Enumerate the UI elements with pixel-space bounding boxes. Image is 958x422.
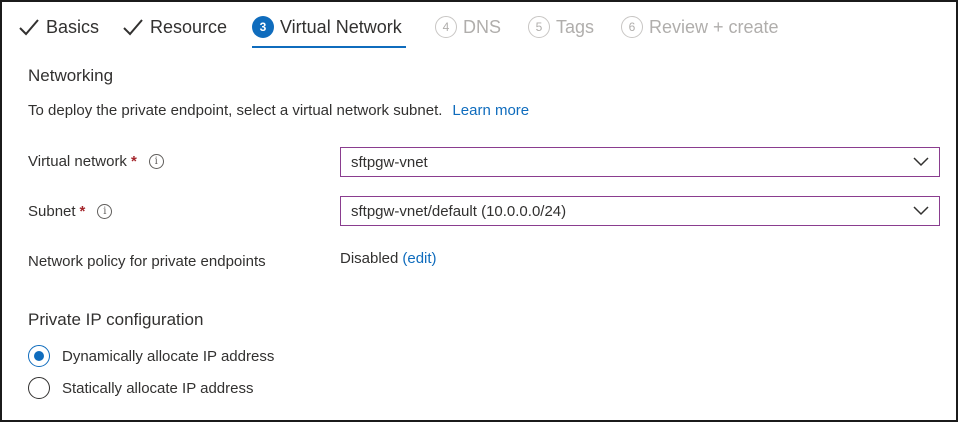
private-ip-heading: Private IP configuration [28,310,204,329]
radio-button[interactable] [28,345,50,367]
networking-description: To deploy the private endpoint, select a… [28,102,529,119]
label-text: Subnet [28,203,76,220]
dropdown-value: sftpgw-vnet/default (10.0.0.0/24) [351,202,567,220]
tab-label: Virtual Network [280,16,402,37]
tab-review-create[interactable]: 6 Review + create [621,10,779,44]
virtual-network-dropdown[interactable]: sftpgw-vnet [340,147,940,177]
description-text: To deploy the private endpoint, select a… [28,102,443,119]
subnet-dropdown[interactable]: sftpgw-vnet/default (10.0.0.0/24) [340,196,940,226]
dropdown-value: sftpgw-vnet [351,153,428,171]
radio-dot [34,351,44,361]
virtual-network-label: Virtual network * i [28,153,164,170]
label-text: Network policy for private endpoints [28,253,266,270]
active-tab-underline [252,46,406,48]
label-text: Virtual network [28,153,127,170]
tab-tags[interactable]: 5 Tags [528,10,594,44]
radio-button[interactable] [28,377,50,399]
tab-label: Tags [556,16,595,37]
tab-resource[interactable]: Resource [122,10,227,44]
page-frame: Basics Resource 3 Virtual Network 4 DNS … [0,0,958,422]
info-icon[interactable]: i [148,154,164,169]
tab-virtual-network[interactable]: 3 Virtual Network [252,10,402,44]
radio-label: Dynamically allocate IP address [62,347,275,365]
step-number-badge: 3 [252,16,274,38]
radio-dynamic-ip[interactable]: Dynamically allocate IP address [28,345,274,367]
network-policy-label: Network policy for private endpoints [28,253,266,270]
policy-status: Disabled [340,250,399,267]
subnet-label: Subnet * i [28,203,113,220]
tab-label: Resource [150,16,228,37]
info-icon[interactable]: i [97,204,113,219]
tab-label: Review + create [649,16,779,37]
required-asterisk: * [79,203,86,220]
tab-dns[interactable]: 4 DNS [435,10,501,44]
tab-basics[interactable]: Basics [18,10,99,44]
checkmark-icon [19,19,39,36]
network-policy-value: Disabled (edit) [340,250,437,267]
networking-heading: Networking [28,66,114,85]
learn-more-link[interactable]: Learn more [452,102,529,119]
tab-label: DNS [463,16,502,37]
wizard-tabs: Basics Resource 3 Virtual Network 4 DNS … [2,2,956,52]
step-number-badge: 5 [528,16,550,38]
edit-policy-link[interactable]: (edit) [402,250,436,267]
chevron-down-icon [913,157,929,167]
checkmark-icon [123,19,143,36]
chevron-down-icon [913,206,929,216]
radio-label: Statically allocate IP address [62,379,254,397]
step-number-badge: 4 [435,16,457,38]
required-asterisk: * [130,153,137,170]
radio-static-ip[interactable]: Statically allocate IP address [28,377,254,399]
step-number-badge: 6 [621,16,643,38]
tab-label: Basics [46,16,100,37]
